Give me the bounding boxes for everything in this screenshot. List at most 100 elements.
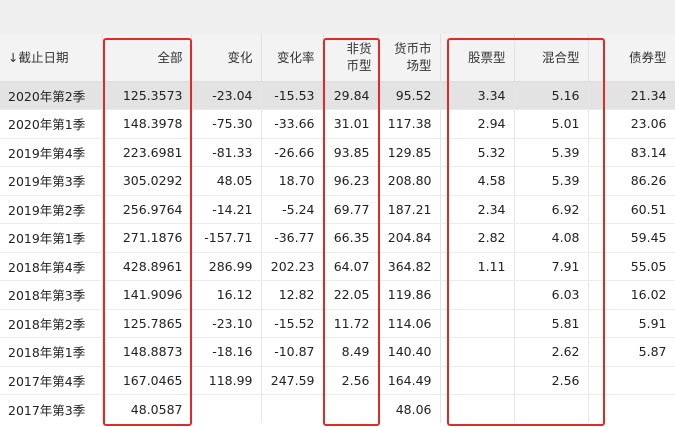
cell-date: 2017年第4季 — [0, 366, 103, 395]
cell-bond: 21.34 — [588, 81, 675, 110]
cell-money: 119.86 — [378, 280, 441, 310]
column-header-change[interactable]: 变化 — [191, 34, 262, 82]
cell-mixed: 6.92 — [514, 195, 589, 224]
cell-money: 114.06 — [378, 309, 441, 338]
table-row[interactable]: 2020年第2季 125.3573 -23.04 -15.53 29.84 95.52 3.… — [0, 81, 675, 110]
cell-total: 223.6981 — [102, 138, 192, 167]
cell-money: 204.84 — [378, 223, 441, 253]
cell-total: 305.0292 — [102, 166, 192, 196]
cell-stock: 4.58 — [440, 166, 515, 196]
table-row[interactable]: 2020年第1季 148.3978 -75.30 -33.66 31.01 117.38 2… — [0, 109, 675, 139]
cell-non-money: 8.49 — [323, 337, 379, 367]
fund-scale-table-panel: ↓截止日期 全部 变化 变化率 非货 币型 货币市 场型 股票型 混合型 债券型… — [0, 0, 675, 427]
table-row[interactable]: 2019年第3季 305.0292 48.05 18.70 96.23 208.80 4.5… — [0, 166, 675, 196]
cell-date: 2019年第1季 — [0, 223, 103, 253]
cell-total: 148.3978 — [102, 109, 192, 139]
cell-change: -14.21 — [191, 195, 262, 224]
cell-non-money: 31.01 — [323, 109, 379, 139]
column-header-date-sort[interactable]: ↓截止日期 — [0, 34, 103, 82]
cell-mixed: 5.16 — [514, 81, 589, 110]
cell-money: 208.80 — [378, 166, 441, 196]
cell-non-money: 64.07 — [323, 252, 379, 281]
cell-total: 271.1876 — [102, 223, 192, 253]
cell-non-money: 22.05 — [323, 280, 379, 310]
table-row[interactable]: 2018年第3季 141.9096 16.12 12.82 22.05 119.86 6.0… — [0, 280, 675, 310]
column-header-total[interactable]: 全部 — [102, 34, 192, 82]
cell-total: 428.8961 — [102, 252, 192, 281]
cell-change: -23.04 — [191, 81, 262, 110]
cell-non-money: 69.77 — [323, 195, 379, 224]
table-row[interactable]: 2018年第1季 148.8873 -18.16 -10.87 8.49 140.40 2.… — [0, 337, 675, 367]
column-header-change-rate[interactable]: 变化率 — [261, 34, 324, 82]
table-row[interactable]: 2017年第3季 48.0587 48.06 — [0, 394, 675, 423]
cell-change-rate: -15.52 — [261, 309, 324, 338]
cell-change: 48.05 — [191, 166, 262, 196]
cell-change: -23.10 — [191, 309, 262, 338]
cell-bond: 59.45 — [588, 223, 675, 253]
cell-total: 125.7865 — [102, 309, 192, 338]
cell-change: -81.33 — [191, 138, 262, 167]
cell-change-rate: -33.66 — [261, 109, 324, 139]
cell-total: 148.8873 — [102, 337, 192, 367]
cell-non-money: 96.23 — [323, 166, 379, 196]
cell-stock — [440, 366, 515, 395]
cell-bond — [588, 366, 675, 395]
cell-date: 2018年第1季 — [0, 337, 103, 367]
cell-non-money — [323, 394, 379, 423]
header-strip-left — [0, 0, 102, 34]
cell-money: 48.06 — [378, 394, 441, 423]
cell-total: 125.3573 — [102, 81, 192, 110]
cell-change: -18.16 — [191, 337, 262, 367]
cell-stock: 2.82 — [440, 223, 515, 253]
cell-mixed: 5.39 — [514, 138, 589, 167]
cell-change — [191, 394, 262, 423]
cell-date: 2018年第4季 — [0, 252, 103, 281]
cell-date: 2017年第3季 — [0, 394, 103, 423]
cell-mixed: 2.56 — [514, 366, 589, 395]
cell-non-money: 66.35 — [323, 223, 379, 253]
cell-non-money: 2.56 — [323, 366, 379, 395]
table-row[interactable]: 2019年第4季 223.6981 -81.33 -26.66 93.85 129.85 5… — [0, 138, 675, 167]
cell-total: 167.0465 — [102, 366, 192, 395]
table-row[interactable]: 2017年第4季 167.0465 118.99 247.59 2.56 164.49 2.… — [0, 366, 675, 395]
cell-change: 286.99 — [191, 252, 262, 281]
cell-change-rate: -26.66 — [261, 138, 324, 167]
header-strip-right — [102, 0, 675, 34]
cell-stock: 3.34 — [440, 81, 515, 110]
cell-total: 256.9764 — [102, 195, 192, 224]
column-header-non-money[interactable]: 非货 币型 — [323, 34, 379, 82]
cell-bond: 16.02 — [588, 280, 675, 310]
cell-date: 2019年第4季 — [0, 138, 103, 167]
table-header-row: ↓截止日期 全部 变化 变化率 非货 币型 货币市 场型 股票型 混合型 债券型 — [0, 34, 675, 82]
cell-money: 164.49 — [378, 366, 441, 395]
cell-mixed: 7.91 — [514, 252, 589, 281]
cell-change-rate: 18.70 — [261, 166, 324, 196]
cell-stock: 2.34 — [440, 195, 515, 224]
cell-total: 141.9096 — [102, 280, 192, 310]
cell-non-money: 93.85 — [323, 138, 379, 167]
cell-money: 187.21 — [378, 195, 441, 224]
column-header-bond[interactable]: 债券型 — [588, 34, 675, 82]
cell-change: 118.99 — [191, 366, 262, 395]
table-row[interactable]: 2018年第4季 428.8961 286.99 202.23 64.07 364.82 1… — [0, 252, 675, 281]
cell-stock: 5.32 — [440, 138, 515, 167]
cell-stock — [440, 394, 515, 423]
cell-bond: 5.87 — [588, 337, 675, 367]
cell-mixed: 5.01 — [514, 109, 589, 139]
cell-mixed: 4.08 — [514, 223, 589, 253]
table-row[interactable]: 2019年第1季 271.1876 -157.71 -36.77 66.35 204.84… — [0, 223, 675, 253]
column-header-money-market[interactable]: 货币市 场型 — [378, 34, 441, 82]
column-header-mixed[interactable]: 混合型 — [514, 34, 589, 82]
cell-change-rate: -10.87 — [261, 337, 324, 367]
table-row[interactable]: 2019年第2季 256.9764 -14.21 -5.24 69.77 187.21 2.… — [0, 195, 675, 224]
column-header-stock[interactable]: 股票型 — [440, 34, 515, 82]
cell-change-rate: -5.24 — [261, 195, 324, 224]
cell-money: 140.40 — [378, 337, 441, 367]
cell-date: 2018年第3季 — [0, 280, 103, 310]
cell-change: -157.71 — [191, 223, 262, 253]
cell-bond: 83.14 — [588, 138, 675, 167]
cell-money: 129.85 — [378, 138, 441, 167]
table-row[interactable]: 2018年第2季 125.7865 -23.10 -15.52 11.72 114.06 5… — [0, 309, 675, 338]
cell-mixed: 2.62 — [514, 337, 589, 367]
cell-stock: 2.94 — [440, 109, 515, 139]
